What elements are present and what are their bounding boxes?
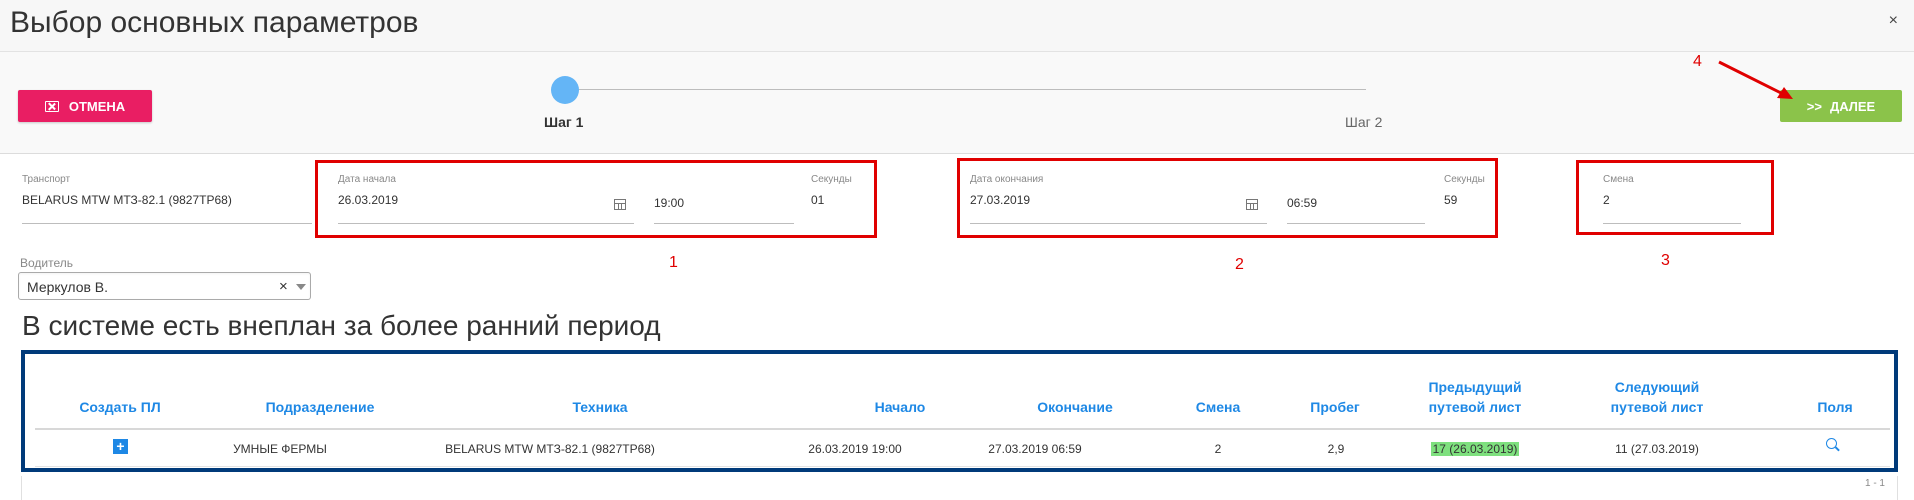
start-time-underline	[654, 223, 794, 224]
cell-prev-waybill[interactable]: 17 (26.03.2019)	[1405, 442, 1545, 456]
column-header-department[interactable]: Подразделение	[240, 397, 400, 417]
calendar-icon[interactable]	[614, 199, 626, 210]
next-button[interactable]: >> ДАЛЕЕ	[1780, 90, 1902, 122]
shift-underline	[1603, 223, 1741, 224]
cell-shift: 2	[1214, 442, 1222, 456]
column-header-create[interactable]: Создать ПЛ	[70, 397, 170, 417]
end-seconds-field[interactable]: Секунды 59	[1444, 174, 1504, 207]
cell-start: 26.03.2019 19:00	[808, 442, 902, 456]
start-date-field[interactable]: Дата начала 26.03.2019	[338, 174, 634, 207]
table-footer: 1 - 1	[21, 476, 1898, 500]
end-seconds-label: Секунды	[1444, 174, 1485, 185]
end-date-underline	[970, 223, 1267, 224]
table-row-divider	[35, 466, 1890, 467]
cell-end: 27.03.2019 06:59	[988, 442, 1082, 456]
cell-department: УМНЫЕ ФЕРМЫ	[233, 442, 327, 456]
start-time-value: 19:00	[654, 196, 685, 210]
start-date-label: Дата начала	[338, 174, 396, 185]
shift-value: 2	[1603, 193, 1610, 207]
double-chevron-right-icon: >>	[1806, 98, 1822, 114]
start-time-field[interactable]: 19:00	[654, 196, 794, 210]
driver-value: Меркулов В.	[27, 279, 109, 295]
close-icon[interactable]: ×	[1889, 12, 1898, 30]
search-icon[interactable]	[1826, 438, 1837, 449]
cancel-label: ОТМЕНА	[68, 98, 126, 114]
annotation-1: 1	[669, 254, 678, 271]
cell-vehicle: BELARUS MTW МТЗ-82.1 (9827ТР68)	[445, 442, 655, 456]
end-time-field[interactable]: 06:59	[1287, 196, 1425, 210]
step-1-indicator[interactable]	[551, 76, 579, 104]
step-1-label[interactable]: Шаг 1	[544, 114, 583, 130]
stepper-bar: ОТМЕНА Шаг 1 Шаг 2 >> ДАЛЕЕ	[0, 52, 1914, 154]
annotation-3: 3	[1661, 252, 1670, 269]
end-time-value: 06:59	[1287, 196, 1318, 210]
start-seconds-field[interactable]: Секунды 01	[811, 174, 871, 207]
driver-select[interactable]: Меркулов В. ×	[18, 272, 311, 300]
dialog-title: Выбор основных параметров	[10, 6, 419, 39]
prev-waybill-link[interactable]: 17 (26.03.2019)	[1430, 442, 1520, 456]
end-time-underline	[1287, 223, 1425, 224]
driver-label: Водитель	[20, 256, 74, 270]
stepper-line	[564, 89, 1366, 90]
create-waybill-button[interactable]: +	[113, 439, 128, 454]
start-date-underline	[338, 223, 634, 224]
transport-field[interactable]: Транспорт BELARUS MTW МТЗ-82.1 (9827ТР68…	[22, 174, 312, 207]
pagination-info: 1 - 1	[1864, 478, 1885, 489]
column-header-fields[interactable]: Поля	[1795, 397, 1875, 417]
end-seconds-value: 59	[1444, 193, 1458, 207]
cell-next-waybill[interactable]: 11 (27.03.2019)	[1587, 442, 1727, 456]
shift-label: Смена	[1603, 174, 1634, 185]
next-label: ДАЛЕЕ	[1829, 98, 1876, 114]
column-header-mileage[interactable]: Пробег	[1295, 397, 1375, 417]
annotation-2: 2	[1235, 256, 1244, 273]
start-seconds-label: Секунды	[811, 174, 852, 185]
step-2-label[interactable]: Шаг 2	[1345, 114, 1382, 130]
start-seconds-value: 01	[811, 193, 825, 207]
column-header-prev-waybill[interactable]: Предыдущий путевой лист	[1425, 377, 1525, 417]
column-header-shift[interactable]: Смена	[1178, 397, 1258, 417]
end-date-value: 27.03.2019	[970, 193, 1031, 207]
transport-value: BELARUS MTW МТЗ-82.1 (9827ТР68)	[22, 193, 232, 207]
cancel-button[interactable]: ОТМЕНА	[18, 90, 152, 122]
column-header-start[interactable]: Начало	[840, 397, 960, 417]
table-header-divider	[35, 428, 1890, 430]
column-header-end[interactable]: Окончание	[1010, 397, 1140, 417]
cancel-icon	[44, 100, 59, 112]
column-header-next-waybill[interactable]: Следующий путевой лист	[1607, 377, 1707, 417]
shift-field[interactable]: Смена 2	[1603, 174, 1741, 207]
calendar-icon[interactable]	[1246, 199, 1258, 210]
start-date-value: 26.03.2019	[338, 193, 399, 207]
chevron-down-icon[interactable]	[296, 284, 306, 290]
dialog-header: Выбор основных параметров ×	[0, 0, 1914, 52]
column-header-vehicle[interactable]: Техника	[520, 397, 680, 417]
transport-label: Транспорт	[22, 174, 71, 185]
clear-icon[interactable]: ×	[279, 278, 288, 295]
transport-underline	[22, 223, 312, 224]
end-date-label: Дата окончания	[970, 174, 1044, 185]
section-title: В системе есть внеплан за более ранний п…	[22, 310, 661, 341]
cell-mileage: 2,9	[1327, 442, 1345, 456]
end-date-field[interactable]: Дата окончания 27.03.2019	[970, 174, 1267, 207]
annotation-arrow-icon	[1718, 60, 1793, 99]
annotation-4: 4	[1693, 53, 1702, 70]
